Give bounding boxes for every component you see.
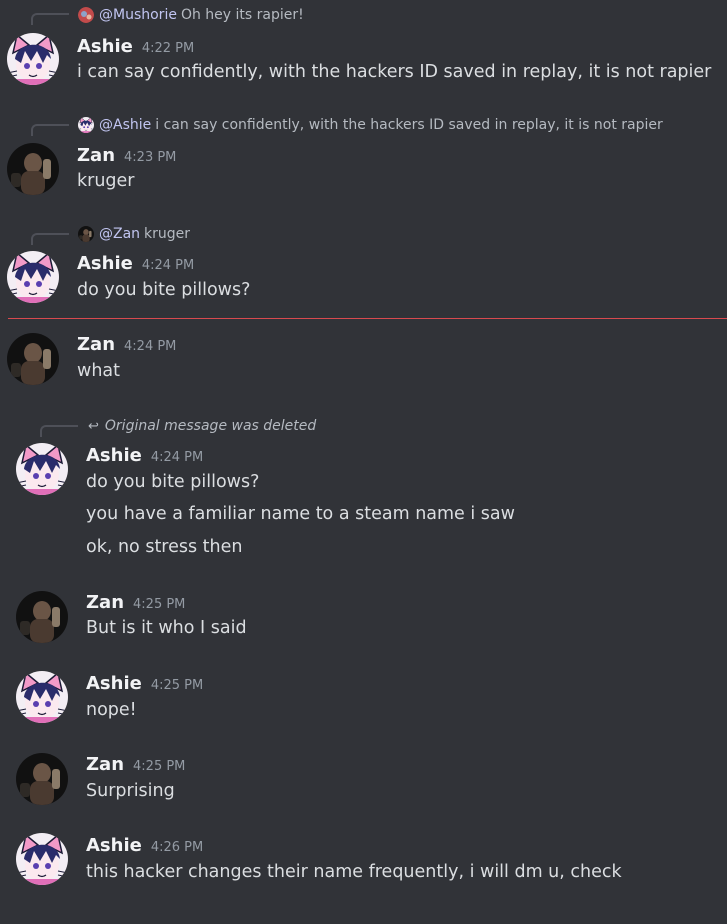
timestamp: 4:25 PM (133, 597, 186, 612)
reply-text: kruger (144, 226, 191, 242)
author-name[interactable]: Zan (86, 592, 124, 613)
message-text: i can say confidently, with the hackers … (77, 62, 712, 82)
author-name[interactable]: Zan (77, 334, 115, 355)
author-name[interactable]: Ashie (86, 835, 142, 856)
author-name[interactable]: Ashie (77, 36, 133, 57)
reply-connector (40, 425, 78, 437)
message-text: nope! (86, 700, 137, 720)
reply-text: i can say confidently, with the hackers … (155, 117, 663, 133)
message-text: do you bite pillows? (86, 472, 260, 492)
reply-preview[interactable]: @Zan kruger (78, 224, 190, 244)
avatar[interactable] (16, 753, 68, 805)
reply-mention[interactable]: @Zan (99, 226, 140, 242)
reply-arrow-icon: ↩ (88, 418, 99, 434)
timestamp: 4:26 PM (150, 840, 204, 855)
reply-connector (31, 13, 69, 25)
avatar[interactable] (7, 143, 59, 195)
timestamp: 4:24 PM (124, 339, 177, 354)
message-text: But is it who I said (86, 618, 247, 638)
message-text: kruger (77, 171, 135, 191)
ashie-avatar-icon (78, 117, 94, 133)
author-name[interactable]: Ashie (86, 673, 142, 694)
message-text: Surprising (86, 781, 175, 801)
avatar[interactable] (7, 33, 59, 85)
avatar[interactable] (16, 591, 68, 643)
author-name[interactable]: Zan (86, 754, 124, 775)
timestamp: 4:23 PM (124, 150, 177, 165)
new-messages-divider (8, 318, 727, 319)
author-name[interactable]: Ashie (77, 253, 133, 274)
reply-mention[interactable]: @Mushorie (99, 7, 177, 23)
timestamp: 4:24 PM (141, 258, 195, 273)
mushorie-avatar-icon (78, 7, 94, 23)
message-text: what (77, 361, 120, 381)
reply-text: Oh hey its rapier! (180, 7, 304, 23)
avatar[interactable] (16, 443, 68, 495)
author-name[interactable]: Ashie (86, 445, 142, 466)
message-text: this hacker changes their name frequentl… (86, 862, 622, 882)
avatar[interactable] (7, 333, 59, 385)
reply-mention[interactable]: @Ashie (99, 117, 151, 133)
avatar[interactable] (16, 833, 68, 885)
reply-preview[interactable]: @Ashie i can say confidently, with the h… (78, 115, 663, 135)
reply-connector (31, 124, 69, 136)
timestamp: 4:22 PM (141, 41, 195, 56)
zan-avatar-icon (78, 226, 94, 242)
message-text: do you bite pillows? (77, 280, 251, 300)
message-text: ok, no stress then (86, 537, 243, 557)
timestamp: 4:25 PM (150, 678, 204, 693)
reply-preview[interactable]: ↩ Original message was deleted (88, 416, 316, 436)
timestamp: 4:25 PM (133, 759, 186, 774)
timestamp: 4:24 PM (150, 450, 204, 465)
message-text: you have a familiar name to a steam name… (86, 504, 515, 524)
deleted-reply-text: Original message was deleted (104, 418, 317, 434)
reply-preview[interactable]: @Mushorie Oh hey its rapier! (78, 5, 304, 25)
avatar[interactable] (7, 251, 59, 303)
avatar[interactable] (16, 671, 68, 723)
author-name[interactable]: Zan (77, 145, 115, 166)
reply-connector (31, 233, 69, 245)
